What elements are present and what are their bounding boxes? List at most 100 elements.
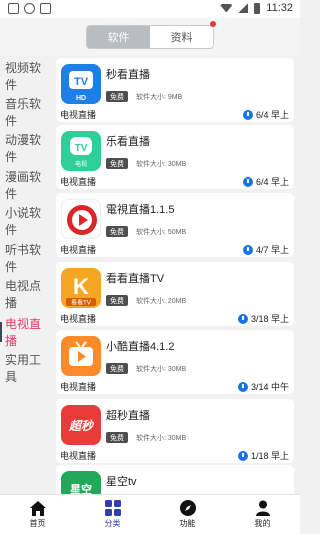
compass-icon bbox=[179, 500, 196, 516]
app-category: 电视直播 bbox=[60, 245, 97, 255]
bottom-tab-bar: 首页 分类 功能 我的 bbox=[0, 494, 300, 534]
svg-text:电视: 电视 bbox=[75, 160, 87, 168]
svg-text:K: K bbox=[73, 274, 89, 299]
app-category: 电视直播 bbox=[60, 314, 97, 324]
app-card[interactable]: 超秒 超秒直播 免费 软件大小: 30MB 电视直播 1/18 早上 bbox=[56, 399, 294, 463]
update-date: 6/4 早上 bbox=[242, 108, 289, 121]
sidebar-item-audiobook[interactable]: 听书软件 bbox=[0, 240, 52, 276]
update-date-text: 4/7 早上 bbox=[255, 245, 289, 255]
app-category: 电视直播 bbox=[60, 177, 97, 187]
category-grid-icon bbox=[104, 500, 121, 516]
image-icon bbox=[40, 3, 51, 14]
sidebar-item-novel[interactable]: 小说软件 bbox=[0, 203, 52, 239]
app-category: 电视直播 bbox=[60, 451, 97, 461]
app-size: 软件大小: 20MB bbox=[136, 298, 187, 305]
tab-home-label: 首页 bbox=[29, 518, 46, 528]
notification-dot bbox=[210, 21, 216, 27]
app-size: 软件大小: 9MB bbox=[136, 94, 183, 101]
tv-play-icon bbox=[61, 336, 101, 376]
app-card[interactable]: K 看看TV 看看直播TV 免费 软件大小: 20MB 电视直播 3/18 早上 bbox=[56, 262, 294, 326]
tab-category[interactable]: 分类 bbox=[75, 495, 150, 534]
app-card[interactable]: 小酷直播4.1.2 免费 软件大小: 30MB 电视直播 3/14 中午 bbox=[56, 330, 294, 394]
svg-text:HD: HD bbox=[76, 95, 86, 102]
app-name: 小酷直播4.1.2 bbox=[106, 341, 175, 353]
clock-icon bbox=[237, 313, 248, 324]
tab-category-label: 分类 bbox=[104, 519, 121, 528]
clock-icon bbox=[237, 450, 248, 461]
update-date-text: 1/18 早上 bbox=[250, 451, 289, 461]
xingkong-icon: 星空 bbox=[61, 471, 101, 494]
app-card[interactable]: TV 电视 乐看直播 免费 软件大小: 30MB 电视直播 6/4 早上 bbox=[56, 125, 294, 189]
sidebar-item-music[interactable]: 音乐软件 bbox=[0, 94, 52, 130]
tab-home[interactable]: 首页 bbox=[0, 495, 75, 534]
free-badge: 免费 bbox=[106, 158, 128, 169]
play-button-icon bbox=[61, 199, 101, 239]
update-date: 4/7 早上 bbox=[242, 243, 289, 256]
update-date: 1/18 早上 bbox=[237, 449, 289, 462]
tab-profile[interactable]: 我的 bbox=[225, 495, 300, 534]
svg-text:TV: TV bbox=[75, 143, 88, 154]
app-size: 软件大小: 30MB bbox=[136, 435, 187, 442]
top-bar: 软件 资料 bbox=[0, 18, 300, 56]
clock-icon bbox=[237, 381, 248, 392]
free-badge: 免费 bbox=[106, 432, 128, 443]
app-card[interactable]: TV HD 秒看直播 免费 软件大小: 9MB 电视直播 6/4 早上 bbox=[56, 58, 294, 122]
app-list: TV HD 秒看直播 免费 软件大小: 9MB 电视直播 6/4 早上 TV 电… bbox=[56, 56, 294, 494]
app-name: 看看直播TV bbox=[106, 273, 165, 285]
signal-icon bbox=[238, 3, 249, 13]
app-size: 软件大小: 30MB bbox=[136, 366, 187, 373]
update-date-text: 6/4 早上 bbox=[255, 110, 289, 120]
kankan-k-icon: K 看看TV bbox=[61, 268, 101, 308]
tab-profile-label: 我的 bbox=[254, 519, 271, 528]
app-name: 秒看直播 bbox=[106, 69, 150, 81]
svg-text:看看TV: 看看TV bbox=[71, 299, 92, 307]
sidebar-item-video[interactable]: 视频软件 bbox=[0, 58, 52, 94]
tv-green-icon: TV 电视 bbox=[61, 131, 101, 171]
battery-icon bbox=[254, 2, 261, 14]
tab-resources[interactable]: 资料 bbox=[150, 21, 216, 48]
clock-icon bbox=[242, 176, 253, 187]
app-name: 星空tv bbox=[106, 476, 137, 488]
tab-features-label: 功能 bbox=[179, 519, 196, 528]
sidebar-item-live-tv[interactable]: 电视直播 bbox=[0, 314, 52, 350]
sidebar-item-anime[interactable]: 动漫软件 bbox=[0, 130, 52, 166]
status-time: 11:32 bbox=[266, 2, 293, 14]
free-badge: 免费 bbox=[106, 363, 128, 374]
clock-icon bbox=[242, 244, 253, 255]
app-name: 超秒直播 bbox=[106, 410, 150, 422]
app-name: 乐看直播 bbox=[106, 136, 150, 148]
update-date-text: 3/14 中午 bbox=[250, 382, 289, 392]
update-date: 3/18 早上 bbox=[237, 312, 289, 325]
update-date: 6/4 早上 bbox=[242, 175, 289, 188]
free-badge: 免费 bbox=[106, 91, 128, 102]
user-icon bbox=[255, 500, 270, 516]
sidebar-item-vod[interactable]: 电视点播 bbox=[0, 276, 52, 312]
app-name: 電視直播1.1.5 bbox=[106, 204, 175, 216]
sidebar-item-comic[interactable]: 漫画软件 bbox=[0, 167, 52, 203]
free-badge: 免费 bbox=[106, 226, 128, 237]
app-card[interactable]: 星空 星空tv bbox=[56, 465, 294, 494]
app-card[interactable]: 電視直播1.1.5 免费 软件大小: 50MB 电视直播 4/7 早上 bbox=[56, 193, 294, 257]
category-sidebar: 视频软件 音乐软件 动漫软件 漫画软件 小说软件 听书软件 电视点播 电视直播 … bbox=[0, 56, 52, 494]
home-icon bbox=[29, 500, 46, 516]
tab-software[interactable]: 软件 bbox=[87, 26, 150, 48]
status-bar: 11:32 bbox=[0, 0, 300, 18]
svg-text:星空: 星空 bbox=[70, 482, 92, 494]
svg-text:超秒: 超秒 bbox=[68, 419, 94, 433]
app-category: 电视直播 bbox=[60, 382, 97, 392]
app-category: 电视直播 bbox=[60, 110, 97, 120]
notification-icon bbox=[8, 3, 19, 14]
segmented-control: 软件 资料 bbox=[86, 21, 216, 49]
clock-icon bbox=[242, 109, 253, 120]
tv-hd-icon: TV HD bbox=[61, 64, 101, 104]
sidebar-item-tools[interactable]: 实用工具 bbox=[0, 350, 52, 386]
app-size: 软件大小: 50MB bbox=[136, 229, 187, 236]
update-date-text: 6/4 早上 bbox=[255, 177, 289, 187]
sync-icon bbox=[24, 3, 35, 14]
update-date-text: 3/18 早上 bbox=[250, 314, 289, 324]
tab-resources-label: 资料 bbox=[170, 32, 193, 44]
free-badge: 免费 bbox=[106, 295, 128, 306]
tab-features[interactable]: 功能 bbox=[150, 495, 225, 534]
chaomiao-icon: 超秒 bbox=[61, 405, 101, 445]
app-size: 软件大小: 30MB bbox=[136, 161, 187, 168]
